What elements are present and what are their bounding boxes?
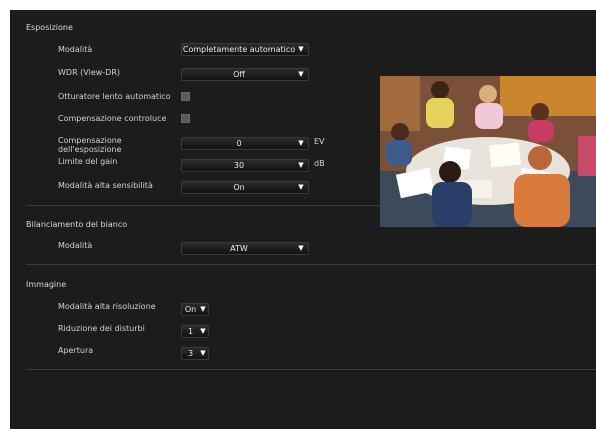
- high-sensitivity-label: Modalità alta sensibilità: [58, 181, 153, 190]
- chevron-down-icon: ▼: [298, 161, 304, 169]
- high-resolution-label: Modalità alta risoluzione: [58, 302, 156, 311]
- divider: [26, 264, 596, 265]
- exposure-comp-unit: EV: [314, 137, 325, 146]
- chevron-down-icon: ▼: [200, 349, 206, 357]
- aperture-label: Apertura: [58, 346, 94, 355]
- section-title-image: Immagine: [26, 280, 67, 289]
- gain-limit-label: Limite del gain: [58, 157, 118, 166]
- exposure-comp-label-line2: dell'esposizione: [58, 145, 122, 154]
- camera-preview-image: [380, 76, 596, 227]
- slow-shutter-checkbox[interactable]: [181, 92, 190, 101]
- wdr-select[interactable]: Off ▼: [181, 68, 309, 81]
- noise-reduction-label: Riduzione dei disturbi: [58, 324, 145, 333]
- chevron-down-icon: ▼: [200, 327, 206, 335]
- section-title-white-balance: Bilanciamento del bianco: [26, 220, 128, 229]
- section-title-exposure: Esposizione: [26, 23, 73, 32]
- slow-shutter-label: Otturatore lento automatico: [58, 92, 171, 101]
- chevron-down-icon: ▼: [298, 70, 304, 78]
- wdr-label: WDR (View-DR): [58, 68, 121, 77]
- aperture-select[interactable]: 3 ▼: [181, 347, 209, 360]
- divider: [26, 369, 596, 370]
- chevron-down-icon: ▼: [200, 305, 206, 313]
- noise-reduction-select[interactable]: 1 ▼: [181, 325, 209, 338]
- high-resolution-select[interactable]: On ▼: [181, 303, 209, 316]
- backlight-comp-checkbox[interactable]: [181, 114, 190, 123]
- gain-limit-select[interactable]: 30 ▼: [181, 159, 309, 172]
- white-balance-mode-select[interactable]: ATW ▼: [181, 242, 309, 255]
- high-resolution-value: On: [184, 305, 197, 314]
- chevron-down-icon: ▼: [298, 183, 304, 191]
- exposure-comp-select[interactable]: 0 ▼: [181, 137, 309, 150]
- exposure-mode-value: Completamente automatico: [182, 45, 296, 54]
- backlight-comp-label: Compensazione controluce: [58, 114, 167, 123]
- exposure-mode-label: Modalità: [58, 45, 93, 54]
- gain-limit-unit: dB: [314, 159, 325, 168]
- gain-limit-value: 30: [233, 161, 245, 170]
- exposure-mode-select[interactable]: Completamente automatico ▼: [181, 43, 309, 56]
- high-sensitivity-select[interactable]: On ▼: [181, 181, 309, 194]
- exposure-comp-value: 0: [236, 139, 242, 148]
- aperture-value: 3: [187, 349, 194, 358]
- chevron-down-icon: ▼: [298, 244, 304, 252]
- high-sensitivity-value: On: [233, 183, 245, 192]
- wdr-value: Off: [233, 70, 245, 79]
- chevron-down-icon: ▼: [298, 139, 304, 147]
- white-balance-mode-value: ATW: [230, 244, 248, 253]
- white-balance-mode-label: Modalità: [58, 241, 93, 250]
- chevron-down-icon: ▼: [298, 45, 304, 53]
- noise-reduction-value: 1: [187, 327, 194, 336]
- divider: [26, 205, 380, 206]
